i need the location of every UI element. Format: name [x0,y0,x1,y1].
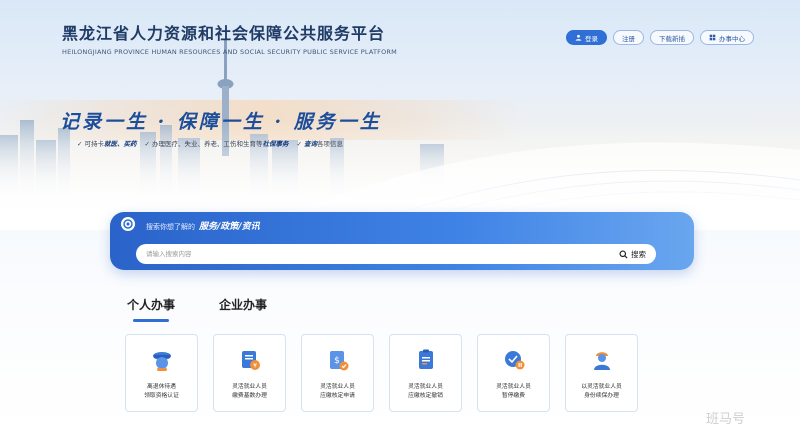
login-label: 登录 [585,34,598,43]
service-card-label: 灵活就业人员 应缴核定申请 [320,384,355,399]
service-tabs: 个人办事 企业办事 [127,296,267,322]
service-card-label: 灵活就业人员 应缴核定撤销 [408,384,443,399]
pause-shield-icon [504,351,524,370]
download-label: 下载新插 [659,34,685,43]
service-cards: 离退休待遇 领取资格认证 ¥ 灵活就业人员 缴费基数办理 $ 灵活就业人员 应缴… [125,334,638,412]
user-icon [575,34,582,41]
worker-icon [593,352,610,370]
watermark: 班马号 [706,412,746,427]
service-card-label: 离退休待遇 领取资格认证 [144,384,179,399]
service-center-button[interactable]: 办事中心 [700,30,754,45]
retiree-icon [152,352,171,371]
hero-sub-item: ✓ 查询各项信息 [296,140,344,148]
clipboard-icon [418,349,433,369]
search-input[interactable] [146,250,619,258]
search-button-label: 搜索 [631,249,646,259]
service-center-label: 办事中心 [719,34,745,43]
register-button[interactable]: 注册 [613,30,644,45]
service-card-assessment-apply[interactable]: $ 灵活就业人员 应缴核定申请 [301,334,374,412]
hero-slogan: 记录一生 · 保障一生 · 服务一生 [60,111,382,133]
search-prompt: 搜索你想了解的 服务/政策/资讯 [146,222,260,232]
tab-enterprise[interactable]: 企业办事 [219,296,267,322]
svg-text:¥: ¥ [253,363,257,370]
service-card-assessment-revoke[interactable]: 灵活就业人员 应缴核定撤销 [389,334,462,412]
grid-icon [709,34,716,41]
search-button[interactable]: 搜索 [619,249,646,260]
platform-logo-icon [121,217,135,231]
hero-subline: ✓ 可持卡就医、买药 ✓ 办理医疗、失业、养老、工伤和生育等社保事务 ✓ 查询各… [77,138,343,148]
service-card-label: 灵活就业人员 缴费基数办理 [232,384,267,399]
service-card-retiree-certification[interactable]: 离退休待遇 领取资格认证 [125,334,198,412]
search-box: 搜索 [136,244,656,264]
service-card-label: 灵活就业人员 暂停缴费 [496,384,531,399]
site-title-english: HEILONGJIANG PROVINCE HUMAN RESOURCES AN… [62,48,397,56]
svg-text:$: $ [334,356,340,366]
search-icon [619,249,628,259]
register-label: 注册 [622,34,635,43]
top-nav: 登录 注册 下载新插 办事中心 [566,30,754,45]
site-brand[interactable]: 黑龙江省人力资源和社会保障公共服务平台 HEILONGJIANG PROVINC… [62,20,397,56]
service-card-label: 以灵活就业人员 身份续保办理 [581,384,622,399]
money-document-icon: $ [329,351,348,371]
tab-personal[interactable]: 个人办事 [127,296,175,322]
hero-sub-item: ✓ 办理医疗、失业、养老、工伤和生育等社保事务 [144,140,289,148]
service-card-contribution-base[interactable]: ¥ 灵活就业人员 缴费基数办理 [213,334,286,412]
service-card-continue-insurance[interactable]: 以灵活就业人员 身份续保办理 [565,334,638,412]
site-title: 黑龙江省人力资源和社会保障公共服务平台 [62,24,386,43]
hero-sub-item: ✓ 可持卡就医、买药 [77,140,137,148]
document-coin-icon: ¥ [241,351,260,370]
service-card-suspend-payment[interactable]: 灵活就业人员 暂停缴费 [477,334,550,412]
download-button[interactable]: 下载新插 [650,30,694,45]
login-button[interactable]: 登录 [566,30,607,45]
